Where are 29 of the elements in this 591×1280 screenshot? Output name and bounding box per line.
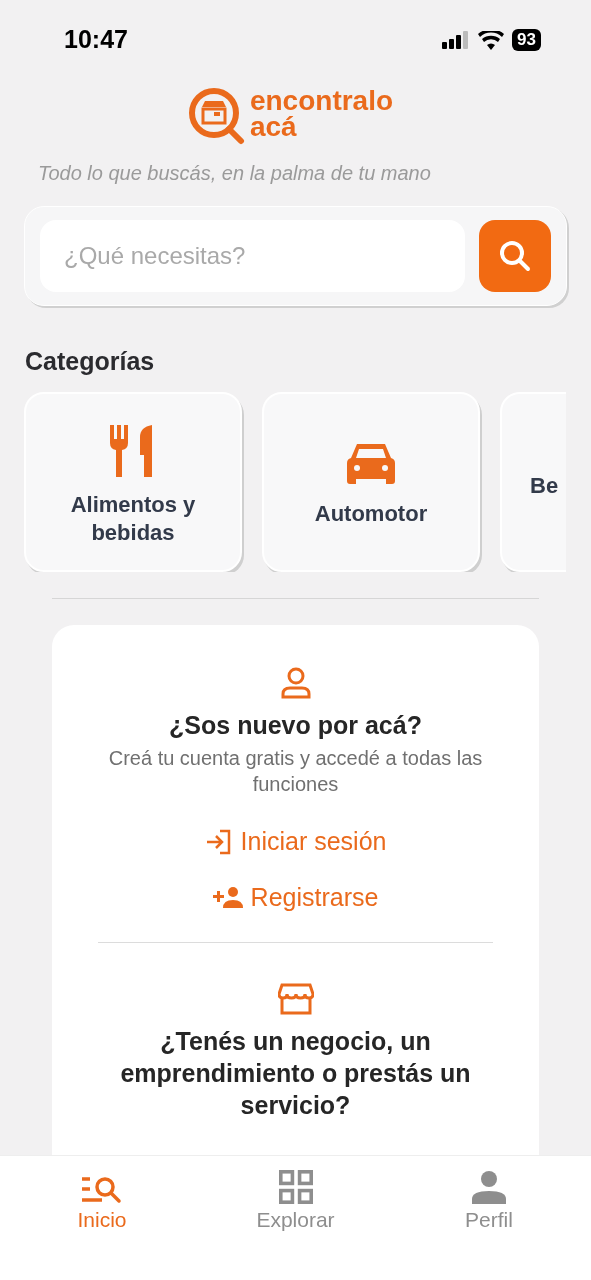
category-card[interactable]: Be	[500, 392, 566, 572]
category-card[interactable]: Alimentos y bebidas	[24, 392, 242, 572]
car-icon	[347, 444, 395, 486]
grid-icon	[276, 1170, 315, 1204]
register-link[interactable]: Registrarse	[212, 878, 379, 916]
battery-indicator: 93	[512, 29, 541, 51]
tab-item[interactable]: Inicio	[52, 1170, 152, 1232]
tab-item[interactable]: Perfil	[439, 1170, 539, 1232]
search-button[interactable]	[479, 220, 551, 292]
login-link[interactable]: Iniciar sesión	[204, 823, 387, 861]
app-logo: encontralo acá	[249, 88, 394, 140]
card-title: ¿Sos nuevo por acá?	[169, 710, 422, 741]
user-icon	[280, 667, 311, 699]
tagline: Todo lo que buscás, en la palma de tu mano	[37, 161, 432, 186]
section-title: Categorías	[24, 346, 156, 376]
search-list-icon	[82, 1176, 122, 1204]
search-icon	[499, 240, 531, 272]
signal-icon	[442, 31, 471, 49]
login-icon	[204, 828, 233, 855]
add-user-icon	[212, 886, 243, 909]
status-time: 10:47	[64, 24, 128, 56]
tab-item[interactable]: Explorar	[245, 1170, 346, 1232]
person-icon	[472, 1170, 506, 1204]
business-title: ¿Tenés un negocio, un emprendimiento o prestás un servicio?	[119, 1026, 472, 1121]
category-card[interactable]: Automotor	[262, 392, 480, 572]
wifi-icon	[478, 30, 505, 50]
card-subtitle: Creá tu cuenta gratis y accedé a todas las funciones	[107, 746, 484, 797]
search-field[interactable]: ¿Qué necesitas?	[40, 220, 465, 292]
store-icon	[277, 983, 314, 1015]
